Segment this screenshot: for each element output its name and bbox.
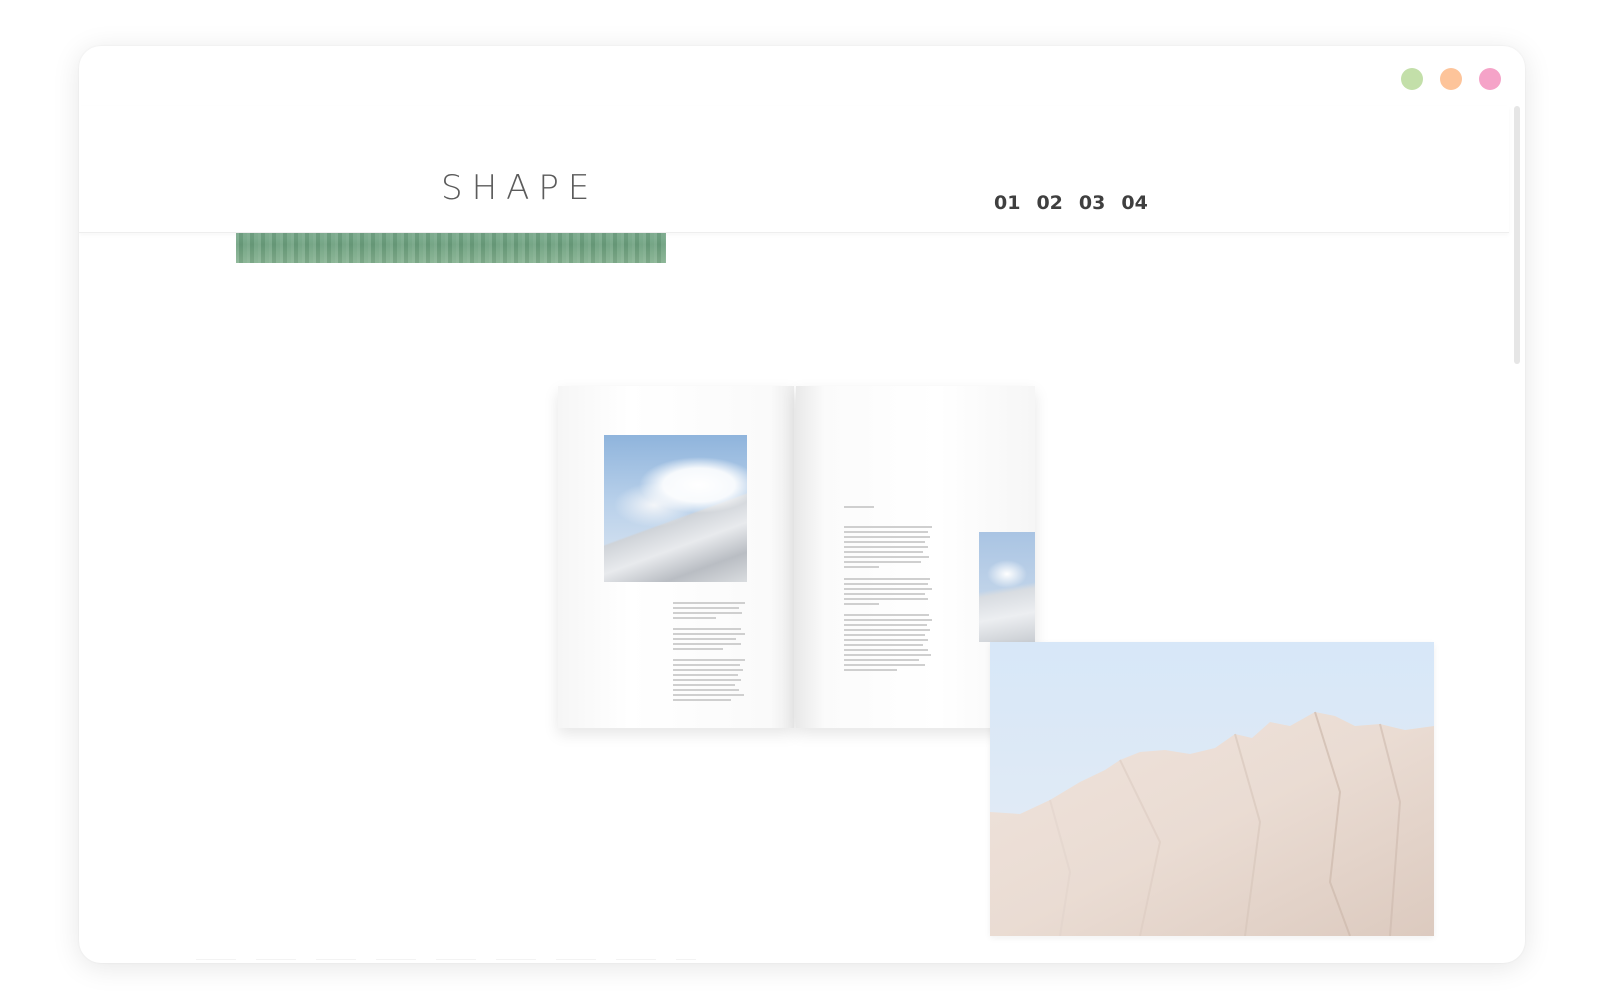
close-dot[interactable] <box>1479 68 1501 90</box>
scrollbar[interactable] <box>1514 106 1520 963</box>
sand-mountain-photo <box>990 642 1434 936</box>
forest-photo <box>236 232 666 263</box>
main-nav: 01 02 03 04 <box>994 192 1148 214</box>
magazine-mockup <box>558 386 1035 731</box>
right-page-heading <box>844 506 874 511</box>
window-controls <box>1401 68 1501 90</box>
minimize-dot[interactable] <box>1401 68 1423 90</box>
nav-item-03[interactable]: 03 <box>1079 192 1105 214</box>
left-page-text-block <box>673 602 745 704</box>
site-header: SHAPE 01 02 03 04 <box>79 106 1509 233</box>
scrollbar-thumb[interactable] <box>1514 106 1520 364</box>
snowy-mountain-photo-small <box>979 532 1035 642</box>
nav-item-01[interactable]: 01 <box>994 192 1020 214</box>
browser-window: SHAPE 01 02 03 04 <box>79 46 1525 963</box>
sand-mountain-illustration <box>990 711 1434 936</box>
magazine-left-page <box>558 386 794 728</box>
maximize-dot[interactable] <box>1440 68 1462 90</box>
site-logo[interactable]: SHAPE <box>441 168 598 208</box>
nav-item-02[interactable]: 02 <box>1036 192 1062 214</box>
right-page-text-block <box>844 526 932 674</box>
footer-divider <box>196 959 696 960</box>
nav-item-04[interactable]: 04 <box>1121 192 1147 214</box>
snowy-mountain-photo <box>604 435 747 582</box>
